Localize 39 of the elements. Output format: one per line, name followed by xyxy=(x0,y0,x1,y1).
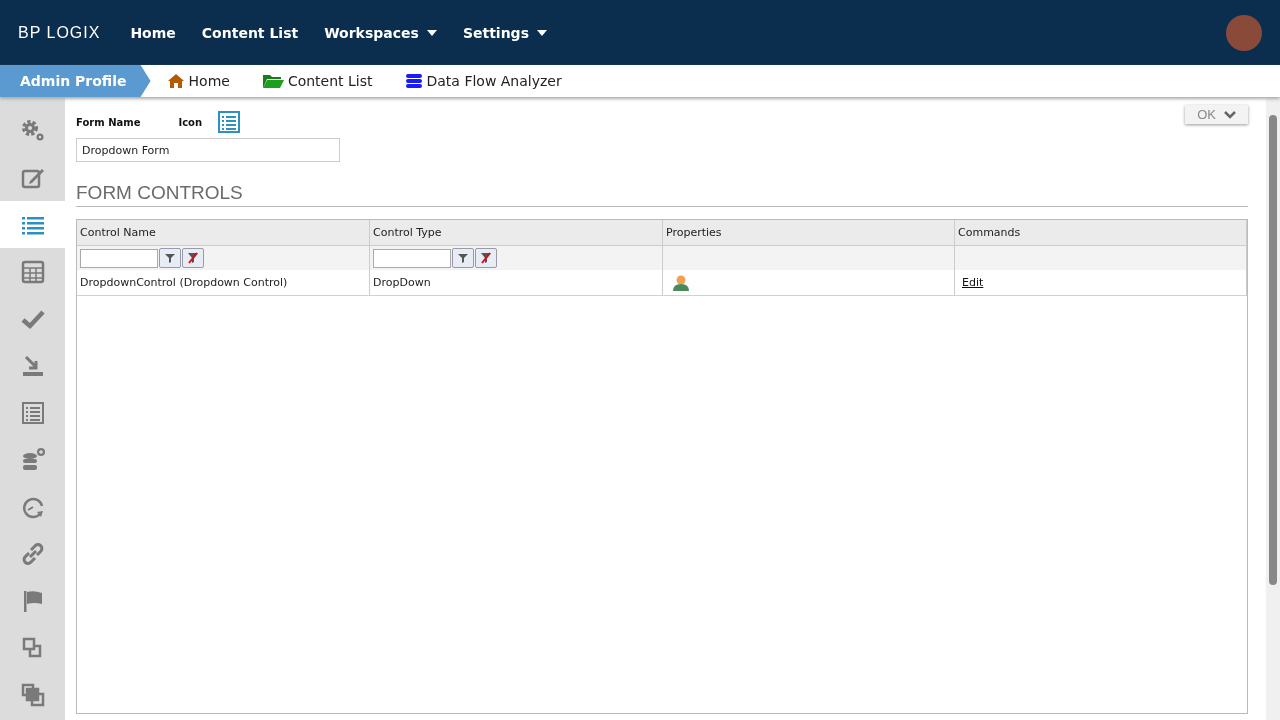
home-icon xyxy=(166,73,185,89)
breadcrumb-link[interactable]: Data Flow Analyzer xyxy=(404,73,562,89)
field-label: Form Name xyxy=(76,116,141,128)
filter-icon xyxy=(458,253,468,263)
filter-button[interactable] xyxy=(159,248,181,268)
table-cell: DropdownControl (Dropdown Control) xyxy=(80,276,288,289)
caret-icon xyxy=(426,29,437,36)
clear-filter-icon xyxy=(187,252,199,264)
form-icon xyxy=(216,109,243,135)
filter-field[interactable] xyxy=(373,248,451,268)
breadcrumb-link[interactable]: Home xyxy=(166,73,230,89)
clear-filter-button[interactable] xyxy=(182,248,204,268)
chevron-icon xyxy=(1224,110,1236,119)
scrollbar-thumb[interactable] xyxy=(1269,115,1277,585)
caret-icon xyxy=(536,29,547,36)
section-title: FORM CONTROLS xyxy=(76,182,1248,207)
breadcrumb-link[interactable]: Content List xyxy=(261,73,373,89)
table-icon xyxy=(19,258,46,285)
folder-icon xyxy=(261,73,284,89)
nav-link[interactable]: Home xyxy=(130,24,176,41)
nav-link[interactable]: Content List xyxy=(201,24,299,41)
table-cell: DropDown xyxy=(373,276,431,289)
filter-field[interactable] xyxy=(80,248,158,268)
clone-icon xyxy=(19,681,46,708)
clear-filter-button[interactable] xyxy=(475,248,497,268)
nav-link[interactable]: Settings xyxy=(462,24,547,41)
filter-icon xyxy=(165,253,175,263)
avatar[interactable] xyxy=(1226,14,1262,51)
form-name-field[interactable]: Dropdown Form xyxy=(76,138,340,162)
form-icon xyxy=(19,399,46,426)
field-label: Icon xyxy=(178,116,203,128)
sidebar-item[interactable] xyxy=(0,201,65,248)
database-icon xyxy=(404,73,423,89)
edit-link[interactable]: Edit xyxy=(962,276,984,289)
logo[interactable]: BP LOGIX xyxy=(18,23,101,42)
nav-link[interactable]: Workspaces xyxy=(324,24,437,41)
filter-button[interactable] xyxy=(452,248,474,268)
user-icon[interactable] xyxy=(672,274,690,291)
clear-filter-icon xyxy=(480,252,492,264)
